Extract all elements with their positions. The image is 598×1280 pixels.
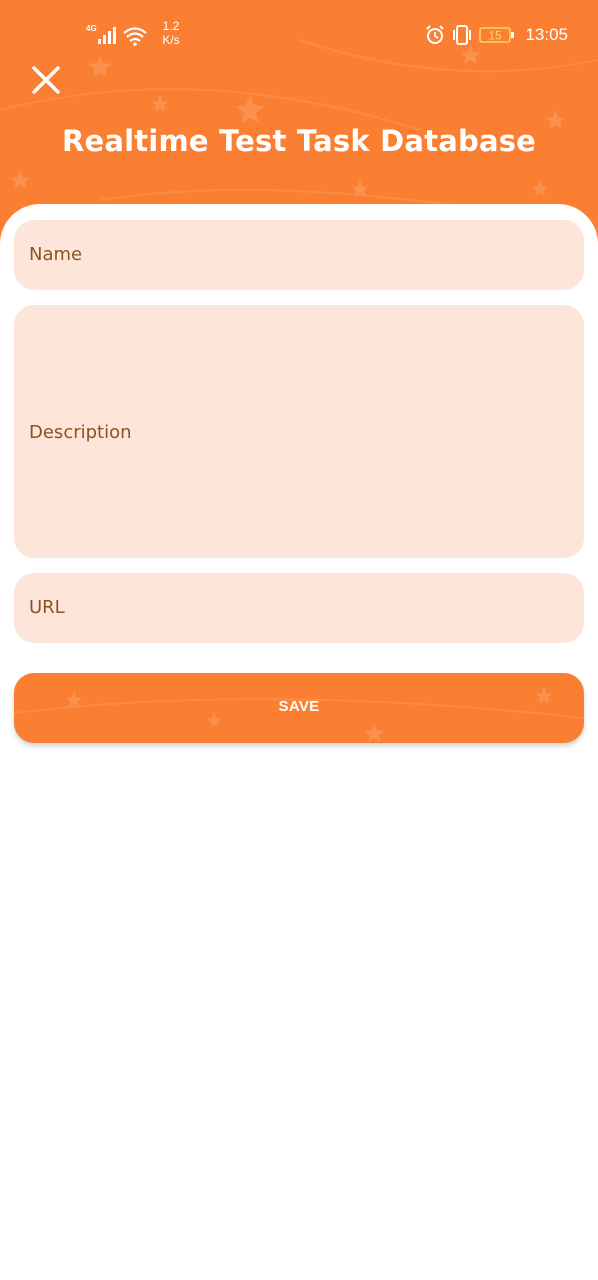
signal-icon: 4G — [86, 24, 116, 44]
network-speed: 1.2 K/s — [162, 19, 180, 47]
status-right: 15 13:05 — [425, 22, 568, 48]
name-field[interactable]: Name — [14, 220, 584, 290]
wifi-icon — [123, 27, 147, 46]
name-placeholder: Name — [29, 244, 83, 265]
description-placeholder: Description — [29, 422, 132, 443]
status-time: 13:05 — [525, 25, 568, 44]
vibrate-icon — [453, 25, 472, 45]
svg-text:4G: 4G — [86, 24, 97, 33]
save-button-label: SAVE — [278, 698, 320, 715]
close-icon — [32, 66, 60, 94]
svg-text:15: 15 — [489, 29, 503, 43]
battery-icon: 15 — [479, 27, 515, 43]
close-button[interactable] — [26, 60, 66, 100]
url-placeholder: URL — [29, 597, 65, 618]
alarm-icon — [426, 25, 445, 44]
save-button[interactable]: SAVE — [14, 673, 584, 743]
url-field[interactable]: URL — [14, 573, 584, 643]
page-title: Realtime Test Task Database — [61, 124, 537, 158]
description-field[interactable]: Description — [14, 305, 584, 558]
status-bar: 4G 1.2 K/s 15 13:05 — [0, 0, 598, 58]
